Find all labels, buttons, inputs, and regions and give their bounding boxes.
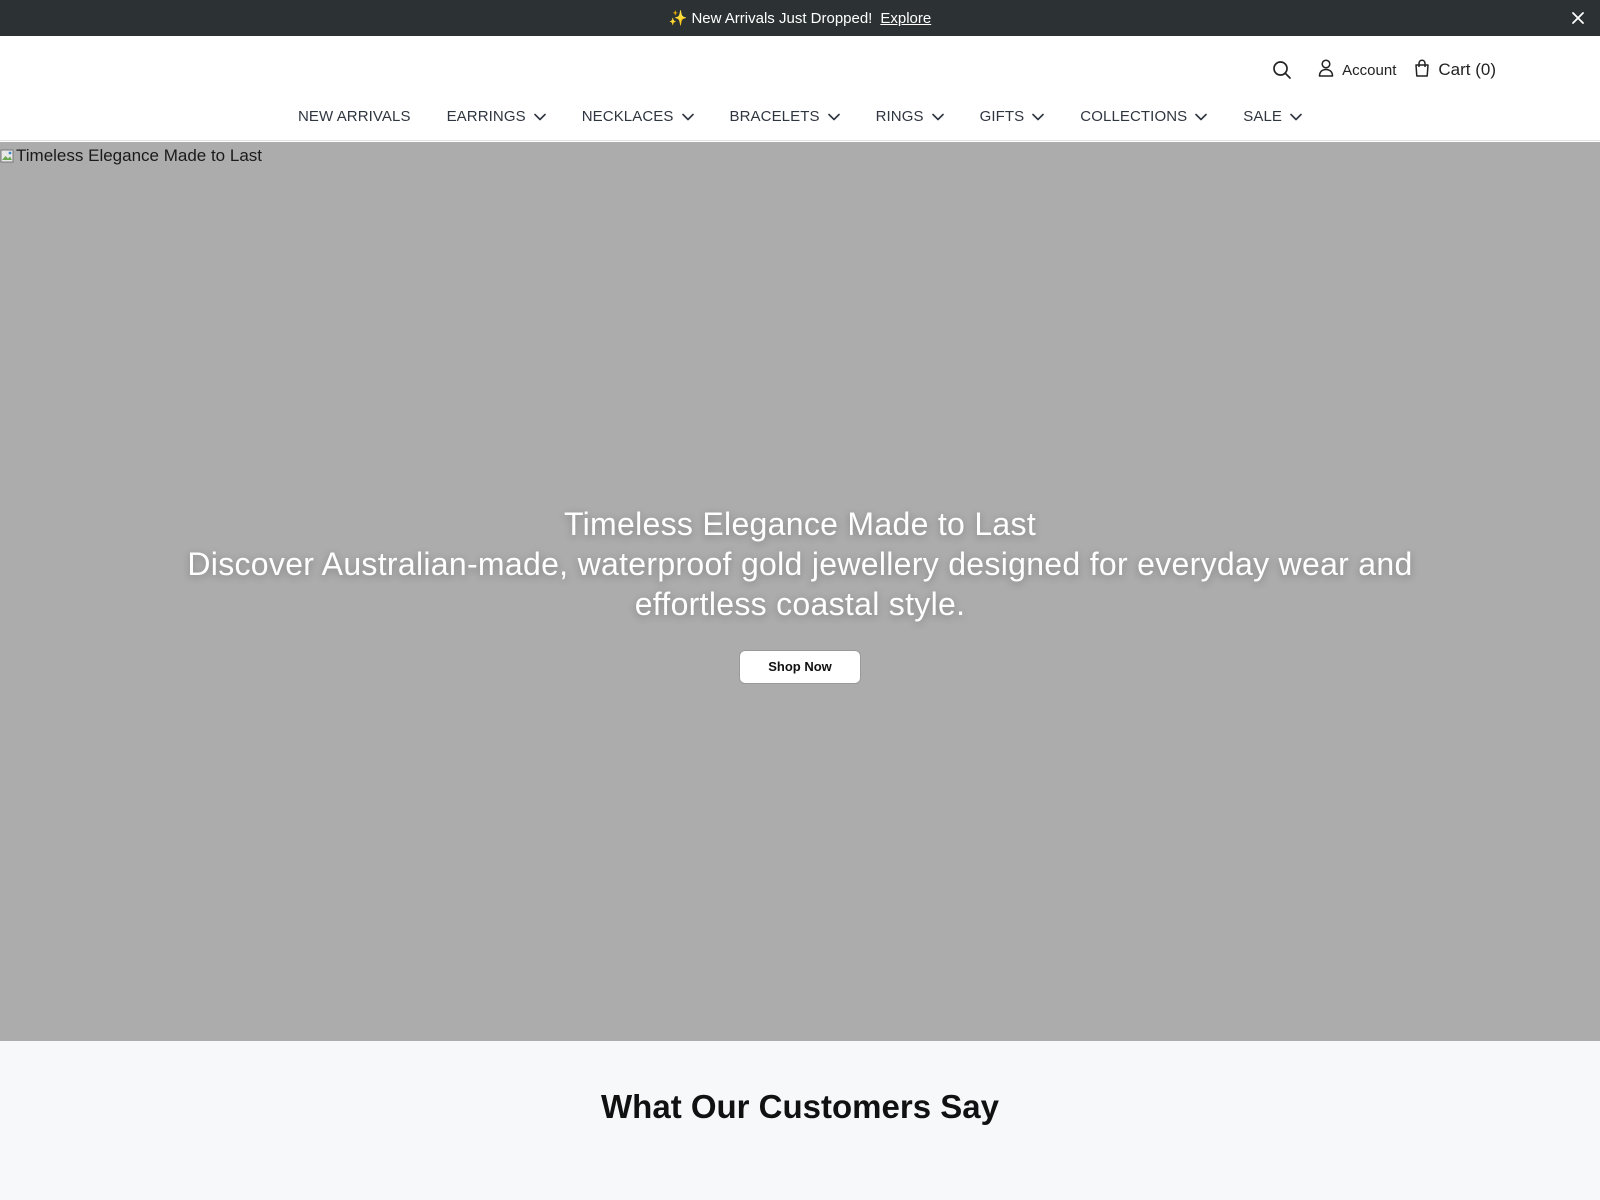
account-link[interactable]: Account [1318,59,1396,81]
announcement-text: New Arrivals Just Dropped! [691,9,873,27]
cart-label: Cart (0) [1438,60,1496,79]
nav-label: NEW ARRIVALS [297,107,411,125]
chevron-down-icon [931,108,944,125]
chevron-down-icon [681,108,694,125]
hero-banner: Timeless Elegance Made to Last Timeless … [0,142,1600,1041]
nav-item-new-arrivals[interactable]: NEW ARRIVALS [298,108,411,125]
shop-now-button[interactable]: Shop Now [739,650,861,684]
nav-item-necklaces[interactable]: NECKLACES [582,108,694,125]
nav-item-rings[interactable]: RINGS [876,108,944,125]
nav-label: EARRINGS [446,107,526,125]
chevron-down-icon [827,108,840,125]
account-label: Account [1342,61,1397,79]
chevron-down-icon [1195,108,1208,125]
announcement-explore-link[interactable]: Explore [880,10,931,27]
nav-item-earrings[interactable]: EARRINGS [447,108,546,125]
nav-label: SALE [1243,107,1283,125]
header-utility: Account Cart (0) [1272,56,1496,84]
nav-label: COLLECTIONS [1080,107,1188,125]
nav-label: NECKLACES [581,107,674,125]
site-header: Account Cart (0) NEW ARRIVALS EARRINGS N… [0,36,1600,141]
shopping-bag-icon [1414,58,1438,82]
nav-label: RINGS [875,107,924,125]
close-icon[interactable] [1568,8,1588,28]
hero-image-alt-text: Timeless Elegance Made to Last [16,146,262,165]
search-icon[interactable] [1272,60,1292,80]
announcement-bar: ✨ New Arrivals Just Dropped! Explore [0,0,1600,36]
hero-content: Timeless Elegance Made to Last Discover … [0,504,1600,684]
hero-image-placeholder: Timeless Elegance Made to Last [0,146,262,166]
nav-item-sale[interactable]: SALE [1243,108,1302,125]
nav-item-bracelets[interactable]: BRACELETS [730,108,840,125]
main-nav: NEW ARRIVALS EARRINGS NECKLACES BRACELET… [0,104,1600,128]
chevron-down-icon [1290,108,1302,125]
cart-link[interactable]: Cart (0) [1414,58,1496,82]
hero-title: Timeless Elegance Made to Last [563,506,1037,542]
user-icon [1318,59,1342,81]
testimonials-section: What Our Customers Say [0,1041,1600,1200]
sparkle-icon: ✨ [668,10,688,27]
nav-label: GIFTS [979,107,1025,125]
hero-subtitle: Discover Australian-made, waterproof gol… [187,546,1413,622]
testimonials-heading: What Our Customers Say [601,1088,999,1125]
nav-label: BRACELETS [729,107,820,125]
broken-image-icon [0,148,14,164]
nav-item-collections[interactable]: COLLECTIONS [1080,107,1208,125]
chevron-down-icon [533,108,546,125]
chevron-down-icon [1032,108,1045,125]
nav-item-gifts[interactable]: GIFTS [980,108,1045,125]
